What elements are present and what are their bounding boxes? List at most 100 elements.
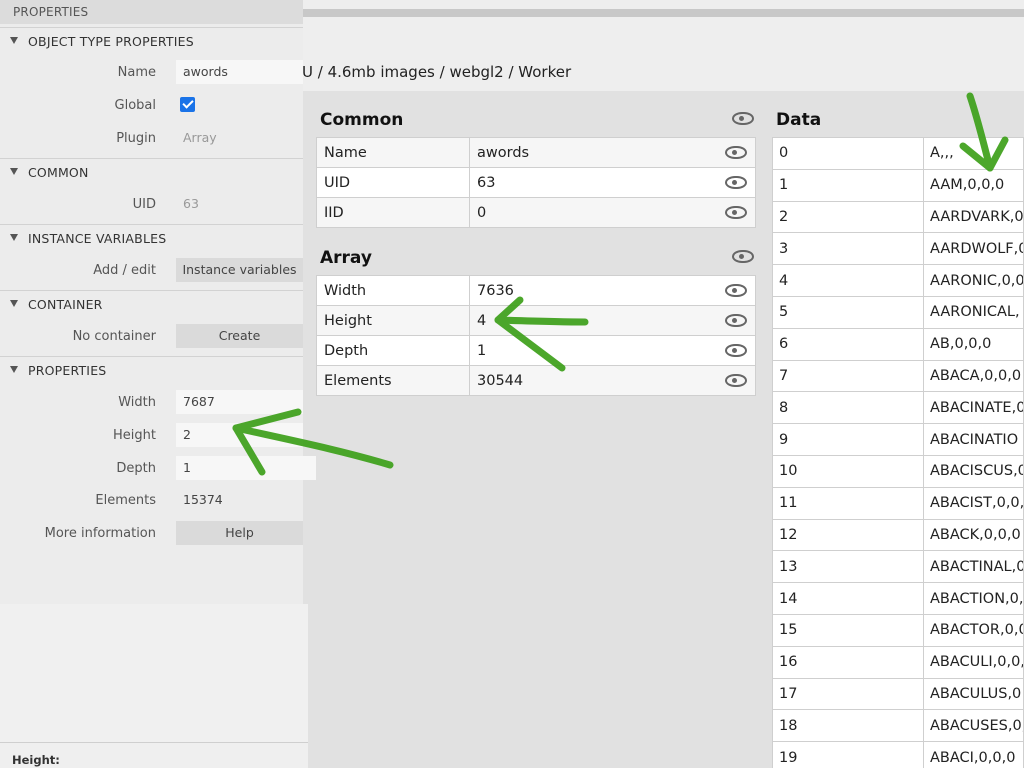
table-row: 0 A,,, bbox=[772, 137, 1024, 170]
instance-variables-button[interactable]: Instance variables bbox=[176, 258, 303, 282]
eye-icon[interactable] bbox=[725, 314, 747, 327]
value-text: 4 bbox=[477, 312, 487, 329]
data-value[interactable]: AARONIC,0,0 bbox=[923, 264, 1024, 297]
uid-label: UID bbox=[132, 197, 156, 212]
eye-icon[interactable] bbox=[732, 112, 754, 125]
data-value[interactable]: ABACISCUS,0 bbox=[923, 454, 1024, 488]
data-value[interactable]: AARDWOLF,0 bbox=[923, 232, 1024, 266]
value-text: 30544 bbox=[477, 372, 524, 389]
common-section-title: Common bbox=[320, 110, 404, 130]
depth-label: Depth bbox=[116, 461, 156, 476]
help-button[interactable]: Help bbox=[176, 521, 303, 545]
eye-icon[interactable] bbox=[725, 146, 747, 159]
property-name: Depth bbox=[316, 335, 470, 366]
debugger-toolbar bbox=[303, 9, 1024, 17]
data-index: 6 bbox=[772, 327, 924, 361]
data-section-title: Data bbox=[776, 110, 822, 130]
collapse-triangle-icon[interactable] bbox=[10, 168, 18, 175]
property-value[interactable]: 1 bbox=[469, 335, 756, 366]
data-value[interactable]: AAM,0,0,0 bbox=[923, 168, 1024, 202]
data-value[interactable]: ABACULI,0,0, bbox=[923, 645, 1024, 679]
height-field[interactable]: 2 bbox=[176, 423, 303, 447]
data-value[interactable]: ABACA,0,0,0 bbox=[923, 359, 1024, 393]
more-information-label: More information bbox=[44, 526, 156, 541]
collapse-triangle-icon[interactable] bbox=[10, 366, 18, 373]
add-edit-label: Add / edit bbox=[93, 263, 156, 278]
table-row: 5 AARONICAL, bbox=[772, 295, 1024, 329]
collapse-triangle-icon[interactable] bbox=[10, 234, 18, 241]
table-row: 10 ABACISCUS,0 bbox=[772, 454, 1024, 488]
data-index: 3 bbox=[772, 232, 924, 266]
data-index: 7 bbox=[772, 359, 924, 393]
data-value[interactable]: AARDVARK,0 bbox=[923, 200, 1024, 234]
data-value[interactable]: ABACULUS,0 bbox=[923, 677, 1024, 711]
data-index: 19 bbox=[772, 741, 924, 768]
data-value[interactable]: ABACTOR,0,0 bbox=[923, 613, 1024, 647]
eye-icon[interactable] bbox=[725, 206, 747, 219]
name-field[interactable]: awords bbox=[176, 60, 303, 84]
data-value[interactable]: ABACI,0,0,0 bbox=[923, 741, 1024, 768]
global-checkbox[interactable] bbox=[180, 97, 195, 112]
data-value[interactable]: ABACIST,0,0,0 bbox=[923, 486, 1024, 520]
property-value[interactable]: 63 bbox=[469, 167, 756, 198]
category-label: CONTAINER bbox=[28, 297, 103, 312]
data-table-viewport[interactable]: 0 A,,, 1 AAM,0,0,0 2 AARDVARK,0 3 AARDWOLF,0 4 AA… bbox=[772, 137, 1024, 768]
property-name: Name bbox=[316, 137, 470, 168]
table-row: 12 ABACK,0,0,0 bbox=[772, 518, 1024, 552]
value-text: awords bbox=[477, 144, 530, 161]
no-container-label: No container bbox=[72, 329, 156, 344]
create-container-button[interactable]: Create bbox=[176, 324, 303, 348]
depth-field[interactable]: 1 bbox=[176, 456, 316, 480]
eye-icon[interactable] bbox=[725, 374, 747, 387]
category-common[interactable]: COMMON bbox=[0, 158, 303, 184]
eye-icon[interactable] bbox=[725, 344, 747, 357]
property-value[interactable]: 30544 bbox=[469, 365, 756, 396]
data-index: 14 bbox=[772, 582, 924, 615]
array-section-title: Array bbox=[320, 248, 372, 268]
category-label: COMMON bbox=[28, 165, 89, 180]
properties-footer: Height: bbox=[0, 742, 308, 768]
collapse-triangle-icon[interactable] bbox=[10, 300, 18, 307]
category-object-type[interactable]: OBJECT TYPE PROPERTIES bbox=[0, 27, 303, 53]
data-value[interactable]: ABACINATIO bbox=[923, 423, 1024, 456]
table-row: 19 ABACI,0,0,0 bbox=[772, 741, 1024, 768]
width-field[interactable]: 7687 bbox=[176, 390, 303, 414]
properties-empty-area bbox=[0, 604, 308, 742]
property-value[interactable]: 0 bbox=[469, 197, 756, 228]
property-value[interactable]: awords bbox=[469, 137, 756, 168]
data-value[interactable]: AB,0,0,0 bbox=[923, 327, 1024, 361]
value-text: 63 bbox=[477, 174, 496, 191]
category-properties[interactable]: PROPERTIES bbox=[0, 356, 303, 382]
table-row: 13 ABACTINAL,0 bbox=[772, 550, 1024, 584]
table-row: Height 4 bbox=[316, 305, 756, 336]
property-value[interactable]: 4 bbox=[469, 305, 756, 336]
data-value[interactable]: ABACUSES,0, bbox=[923, 709, 1024, 743]
value-text: 1 bbox=[477, 342, 487, 359]
table-row: 17 ABACULUS,0 bbox=[772, 677, 1024, 711]
data-index: 12 bbox=[772, 518, 924, 552]
data-value[interactable]: A,,, bbox=[923, 137, 1024, 170]
data-index: 15 bbox=[772, 613, 924, 647]
property-name: IID bbox=[316, 197, 470, 228]
category-container[interactable]: CONTAINER bbox=[0, 290, 303, 316]
property-value[interactable]: 7636 bbox=[469, 275, 756, 306]
property-name: Elements bbox=[316, 365, 470, 396]
data-value[interactable]: ABACK,0,0,0 bbox=[923, 518, 1024, 552]
eye-icon[interactable] bbox=[725, 176, 747, 189]
breadcrumb: U / 4.6mb images / webgl2 / Worker bbox=[302, 63, 572, 81]
data-value[interactable]: AARONICAL, bbox=[923, 295, 1024, 329]
eye-icon[interactable] bbox=[725, 284, 747, 297]
table-row: 8 ABACINATE,0 bbox=[772, 391, 1024, 425]
data-index: 0 bbox=[772, 137, 924, 170]
collapse-triangle-icon[interactable] bbox=[10, 37, 18, 44]
table-row: 14 ABACTION,0,0 bbox=[772, 582, 1024, 615]
property-name: Height bbox=[316, 305, 470, 336]
uid-value: 63 bbox=[183, 196, 199, 211]
data-value[interactable]: ABACTION,0,0 bbox=[923, 582, 1024, 615]
data-value[interactable]: ABACTINAL,0 bbox=[923, 550, 1024, 584]
eye-icon[interactable] bbox=[732, 250, 754, 263]
table-row: 4 AARONIC,0,0 bbox=[772, 264, 1024, 297]
data-index: 5 bbox=[772, 295, 924, 329]
data-value[interactable]: ABACINATE,0 bbox=[923, 391, 1024, 425]
category-instance-variables[interactable]: INSTANCE VARIABLES bbox=[0, 224, 303, 250]
